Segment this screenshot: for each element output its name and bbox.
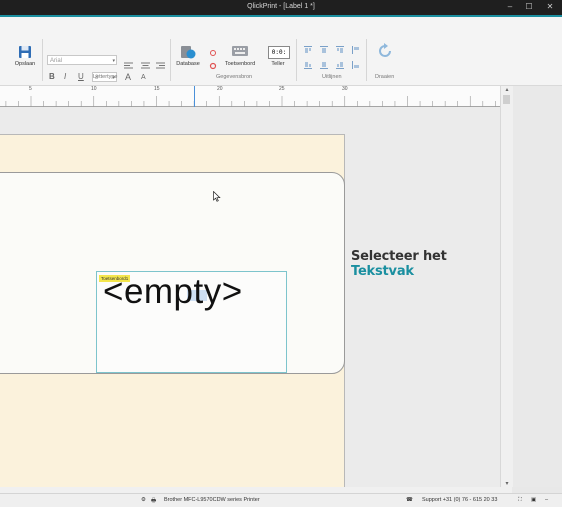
database-button[interactable]: Database bbox=[174, 61, 202, 67]
instruction-highlight: Tekstvak bbox=[351, 264, 414, 279]
align-bottom-left-icon[interactable] bbox=[304, 56, 312, 74]
printer-name[interactable]: Brother MFC-L9570CDW series Printer bbox=[164, 497, 260, 503]
mouse-pointer-icon bbox=[213, 189, 221, 207]
fit-view-icon[interactable]: ⛶ bbox=[518, 497, 522, 504]
ruler-ticks bbox=[0, 96, 500, 107]
scrollbar-thumb[interactable] bbox=[503, 95, 510, 104]
printer-icon[interactable]: 🖶 bbox=[151, 497, 156, 506]
keyboard-button[interactable]: Toetsenbord bbox=[220, 61, 260, 67]
minimize-button[interactable]: – bbox=[503, 1, 517, 13]
close-button[interactable]: ✕ bbox=[543, 1, 557, 13]
align-center-icon[interactable] bbox=[141, 56, 150, 74]
maximize-button[interactable]: ☐ bbox=[522, 1, 536, 13]
ruler-number: 30 bbox=[342, 86, 348, 92]
group-gegevensbron-label: Gegevensbron bbox=[216, 74, 253, 80]
ribbon: Opslaan Arial ▾ 8 ▾ B I U A A Lettertype D… bbox=[0, 17, 562, 86]
instruction-prefix: Selecteer het bbox=[351, 249, 447, 264]
align-left-icon[interactable] bbox=[124, 56, 133, 74]
keyboard-icon[interactable] bbox=[231, 42, 249, 63]
ruler-number: 10 bbox=[91, 86, 97, 92]
scroll-up-arrow-icon[interactable]: ▴ bbox=[501, 86, 513, 93]
align-bottom-center-icon[interactable] bbox=[320, 56, 328, 74]
counter-icon[interactable]: 0:0: bbox=[268, 46, 290, 59]
font-name-select[interactable]: Arial ▾ bbox=[47, 55, 117, 65]
rotate-icon[interactable] bbox=[376, 42, 394, 65]
label-page[interactable]: Toetsenbord1 <empty> bbox=[0, 134, 345, 488]
italic-button[interactable]: I bbox=[64, 72, 66, 81]
group-draaien-label: Draaien bbox=[375, 74, 395, 80]
ruler-number: 25 bbox=[279, 86, 285, 92]
group-uitlijnen-label: Uitlijnen bbox=[322, 74, 342, 80]
window-title: QlickPrint - [Label 1 *] bbox=[247, 3, 315, 10]
chevron-down-icon: ▾ bbox=[112, 58, 115, 64]
group-lettertype-label: Lettertype bbox=[93, 74, 118, 80]
scroll-down-arrow-icon[interactable]: ▾ bbox=[501, 480, 513, 487]
save-button[interactable]: Opslaan bbox=[11, 61, 39, 67]
ruler-number: 5 bbox=[29, 86, 32, 92]
unlink-icon[interactable] bbox=[209, 57, 217, 75]
align-bottom-edge-icon[interactable] bbox=[352, 56, 360, 74]
ruler-number: 20 bbox=[217, 86, 223, 92]
counter-button[interactable]: Teller bbox=[265, 61, 291, 67]
underline-button[interactable]: U bbox=[78, 72, 84, 81]
zoom-out-icon[interactable]: – bbox=[545, 497, 548, 503]
shrink-font-button[interactable]: A bbox=[141, 74, 146, 81]
zoom-icon[interactable]: ▣ bbox=[531, 497, 536, 503]
align-bottom-right-icon[interactable] bbox=[336, 56, 344, 74]
align-right-icon[interactable] bbox=[156, 56, 165, 74]
design-canvas[interactable]: Toetsenbord1 <empty> Selecteer het Tekst… bbox=[0, 107, 500, 488]
font-name-value: Arial bbox=[50, 58, 63, 64]
settings-gear-icon[interactable]: ⚙ bbox=[141, 497, 146, 503]
field-placeholder-text[interactable]: <empty> bbox=[103, 272, 243, 312]
side-panel bbox=[513, 86, 562, 487]
support-icon: ☎ bbox=[406, 497, 413, 503]
title-bar: QlickPrint - [Label 1 *] – ☐ ✕ bbox=[0, 0, 562, 17]
instruction-text: Selecteer het Tekstvak bbox=[351, 249, 500, 279]
ruler-cursor-marker bbox=[194, 86, 195, 107]
horizontal-ruler: 5 10 15 20 25 30 bbox=[0, 86, 500, 108]
vertical-scrollbar[interactable]: ▴ ▾ bbox=[500, 86, 513, 487]
status-bar: ⚙ 🖶 Brother MFC-L9570CDW series Printer … bbox=[0, 493, 562, 507]
support-phone: Support +31 (0) 76 - 615 20 33 bbox=[422, 497, 498, 503]
ruler-number: 15 bbox=[154, 86, 160, 92]
bold-button[interactable]: B bbox=[49, 72, 55, 81]
